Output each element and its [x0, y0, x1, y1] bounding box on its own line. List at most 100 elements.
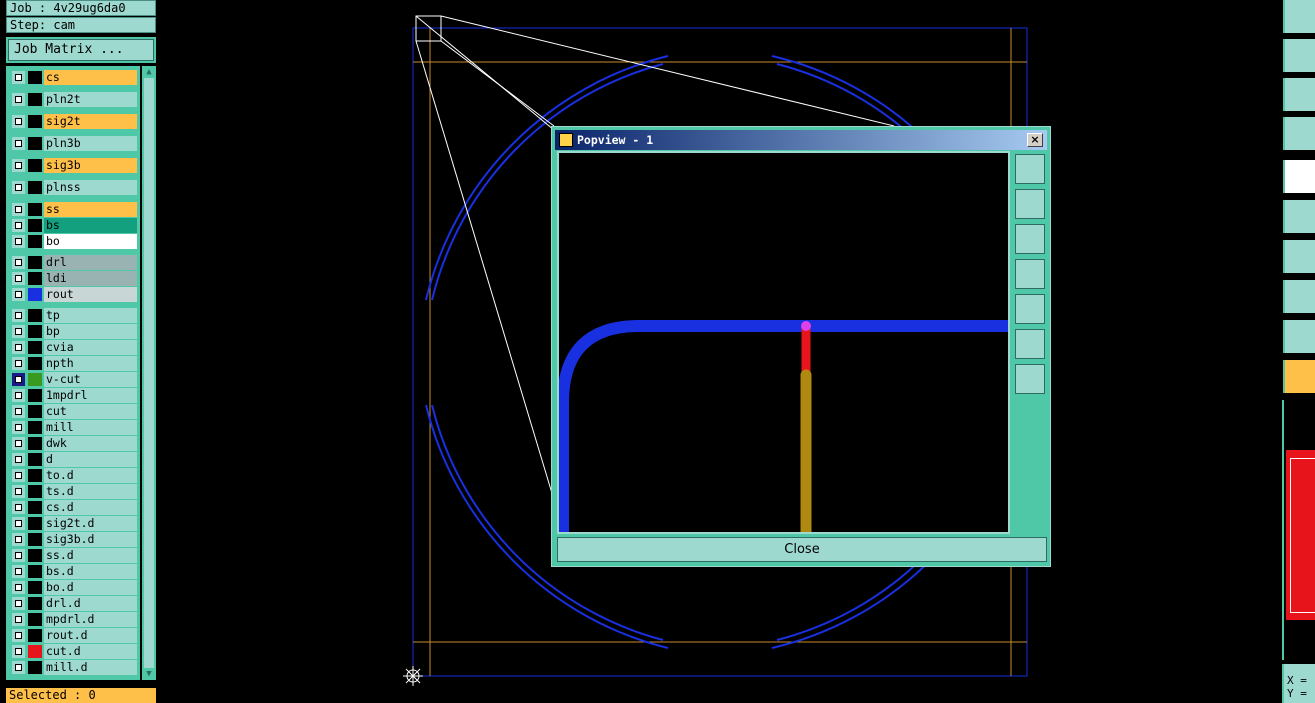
layer-row[interactable]: drl.d [10, 596, 137, 611]
layer-row[interactable]: bs.d [10, 564, 137, 579]
layer-name[interactable]: sig2t [44, 114, 137, 129]
layer-checkbox[interactable] [12, 629, 25, 642]
layer-checkbox[interactable] [12, 661, 25, 674]
layer-checkbox[interactable] [12, 71, 25, 84]
layer-checkbox[interactable] [12, 613, 25, 626]
layer-name[interactable]: ts.d [44, 484, 137, 499]
layer-checkbox[interactable] [12, 405, 25, 418]
zoom-in-icon[interactable] [1015, 364, 1045, 394]
layer-name[interactable]: tp [44, 308, 137, 323]
popview-close-button[interactable]: Close [557, 537, 1047, 562]
layer-row[interactable]: 1mpdrl [10, 388, 137, 403]
layer-name[interactable]: 1mpdrl [44, 388, 137, 403]
job-matrix-button[interactable]: Job Matrix ... [6, 37, 156, 63]
popview-canvas[interactable] [557, 151, 1010, 538]
layer-list-scrollbar[interactable]: ▲ ▼ [142, 66, 156, 680]
layer-checkbox[interactable] [12, 341, 25, 354]
layer-checkbox[interactable] [12, 373, 25, 386]
layer-checkbox[interactable] [12, 256, 25, 269]
layer-row[interactable]: sig3b.d [10, 532, 137, 547]
layer-row[interactable]: cs.d [10, 500, 137, 515]
layer-name[interactable]: sig3b [44, 158, 137, 173]
pan-down-icon[interactable] [1015, 224, 1045, 254]
layer-row[interactable]: ts.d [10, 484, 137, 499]
layer-checkbox[interactable] [12, 325, 25, 338]
layer-row[interactable]: cut [10, 404, 137, 419]
layer-name[interactable]: bs [44, 218, 137, 233]
layer-row[interactable]: sig2t [10, 114, 137, 129]
layer-row[interactable]: dwk [10, 436, 137, 451]
layer-row[interactable]: ss.d [10, 548, 137, 563]
layer-name[interactable]: ldi [44, 271, 137, 286]
scroll-down-icon[interactable]: ▼ [144, 669, 154, 679]
layer-row[interactable]: pln2t [10, 92, 137, 107]
layer-checkbox[interactable] [12, 421, 25, 434]
layer-checkbox[interactable] [12, 219, 25, 232]
layer-name[interactable]: to.d [44, 468, 137, 483]
popview-titlebar[interactable]: Popview - 1 × [555, 130, 1047, 150]
angle-measure-icon[interactable] [1283, 240, 1315, 273]
layer-checkbox[interactable] [12, 203, 25, 216]
layer-checkbox[interactable] [12, 517, 25, 530]
layer-row[interactable]: mill [10, 420, 137, 435]
layer-checkbox[interactable] [12, 597, 25, 610]
layer-row[interactable]: cvia [10, 340, 137, 355]
layer-checkbox[interactable] [12, 181, 25, 194]
pan-left-icon[interactable] [1015, 259, 1045, 289]
layer-name[interactable]: ss.d [44, 548, 137, 563]
clipboard-icon[interactable] [1283, 0, 1315, 33]
scroll-thumb[interactable] [144, 78, 154, 668]
layer-row[interactable]: drl [10, 255, 137, 270]
layer-row[interactable]: rout [10, 287, 137, 302]
layer-checkbox[interactable] [12, 309, 25, 322]
layer-name[interactable]: d [44, 452, 137, 467]
window-close-icon[interactable]: × [1027, 133, 1043, 147]
layer-row[interactable]: cut.d [10, 644, 137, 659]
layer-name[interactable]: bs.d [44, 564, 137, 579]
layer-name[interactable]: rout.d [44, 628, 137, 643]
layer-row[interactable]: rout.d [10, 628, 137, 643]
layer-row[interactable]: bo [10, 234, 137, 249]
move-icon[interactable] [1283, 78, 1315, 111]
layer-checkbox[interactable] [12, 288, 25, 301]
layer-checkbox[interactable] [12, 93, 25, 106]
layer-name[interactable]: cut [44, 404, 137, 419]
layer-row[interactable]: ss [10, 202, 137, 217]
layer-checkbox[interactable] [12, 357, 25, 370]
layer-row[interactable]: d [10, 452, 137, 467]
layer-row[interactable]: bp [10, 324, 137, 339]
layer-name[interactable]: bo [44, 234, 137, 249]
feature-select-icon[interactable] [1283, 160, 1315, 193]
layer-checkbox[interactable] [12, 453, 25, 466]
layer-name[interactable]: bp [44, 324, 137, 339]
snap-icon[interactable] [1283, 39, 1315, 72]
layer-name[interactable]: npth [44, 356, 137, 371]
layer-checkbox[interactable] [12, 485, 25, 498]
layer-name[interactable]: v-cut [44, 372, 137, 387]
layer-name[interactable]: rout [44, 287, 137, 302]
layer-row[interactable]: bs [10, 218, 137, 233]
layer-row[interactable]: mpdrl.d [10, 612, 137, 627]
layer-row[interactable]: npth [10, 356, 137, 371]
layer-name[interactable]: pln3b [44, 136, 137, 151]
scroll-up-icon[interactable]: ▲ [144, 67, 154, 77]
layer-checkbox[interactable] [12, 581, 25, 594]
layer-name[interactable]: pln2t [44, 92, 137, 107]
layer-row[interactable]: cs [10, 70, 137, 85]
layer-row[interactable]: tp [10, 308, 137, 323]
layer-checkbox[interactable] [12, 469, 25, 482]
layer-name[interactable]: sig2t.d [44, 516, 137, 531]
layer-name[interactable]: bo.d [44, 580, 137, 595]
layer-row[interactable]: sig2t.d [10, 516, 137, 531]
triangle-warning-icon[interactable] [1283, 320, 1315, 353]
layer-name[interactable]: cs [44, 70, 137, 85]
layer-row[interactable]: sig3b [10, 158, 137, 173]
layer-row[interactable]: bo.d [10, 580, 137, 595]
layer-row[interactable]: mill.d [10, 660, 137, 675]
measure-tools-icon[interactable] [1283, 117, 1315, 150]
layer-checkbox[interactable] [12, 115, 25, 128]
layer-name[interactable]: mill [44, 420, 137, 435]
layer-name[interactable]: mill.d [44, 660, 137, 675]
net-icon[interactable] [1283, 200, 1315, 233]
layer-row[interactable]: v-cut [10, 372, 137, 387]
